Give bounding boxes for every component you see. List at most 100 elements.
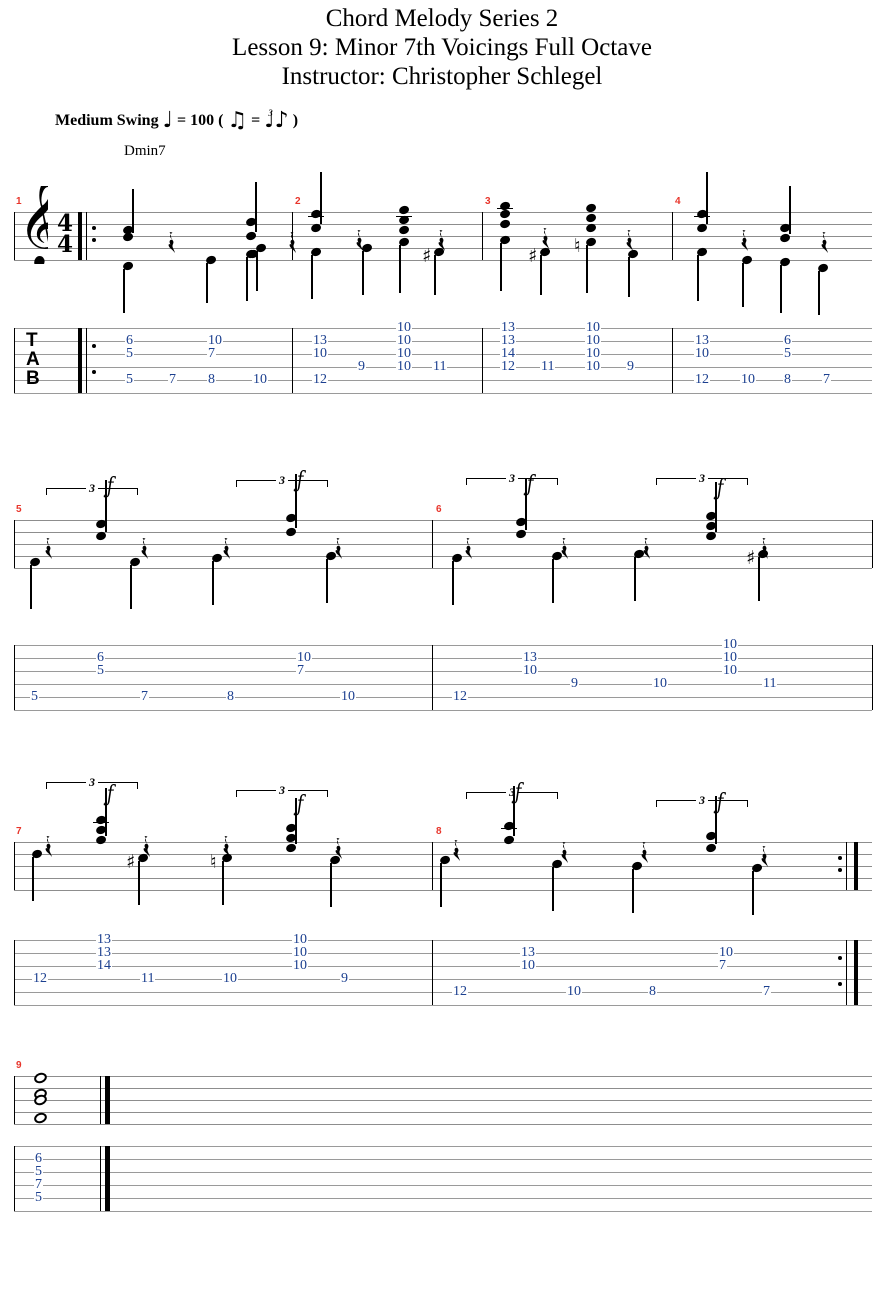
system-1-left-barline (14, 212, 15, 260)
note-stem (206, 263, 208, 303)
note-stem (434, 255, 436, 295)
tab-number: 7 (168, 372, 177, 387)
note-stem (311, 255, 313, 299)
tab-end-repeat-dot-upper (838, 956, 842, 960)
measure-number-9: 9 (16, 1060, 22, 1071)
staff-line (14, 1005, 872, 1006)
eighth-pair-icon: ♫ (227, 108, 248, 133)
tab-number: 7 (207, 346, 216, 361)
tab-number: 7 (140, 689, 149, 704)
tab-final-barline-thick (105, 1146, 110, 1211)
staff-line (14, 1211, 872, 1212)
system-4-left-barline (14, 1076, 15, 1124)
staff-line (14, 1185, 872, 1186)
tab-number: 12 (500, 359, 516, 374)
ledger-line (694, 216, 710, 218)
note-stem (552, 867, 554, 911)
staff-line (14, 224, 872, 225)
staff-line (14, 966, 872, 967)
tab-number: 8 (226, 689, 235, 704)
tab-number: 11 (432, 359, 448, 374)
swing-quarter-eighth-icon: ♩♪ (264, 108, 289, 133)
notation-staff-system-4 (14, 1076, 872, 1126)
tab-clef-icon: TAB (26, 330, 40, 389)
staff-line (14, 658, 872, 659)
staff-line (14, 328, 872, 329)
tab-number: 10 (222, 971, 238, 986)
system-2-tab-right-barline (872, 645, 873, 710)
tab-number: 5 (34, 1190, 43, 1205)
note-stem (758, 557, 760, 601)
triplet-bracket-m5-b3: 3 (236, 473, 328, 488)
final-barline-thick (105, 1076, 110, 1124)
measure-number-6: 6 (436, 504, 442, 515)
tab-number: 5 (125, 346, 134, 361)
tab-number: 7 (762, 984, 771, 999)
tab-barline-m2 (292, 328, 293, 393)
rest-m5-b3 (222, 537, 233, 561)
note-stem (138, 861, 140, 905)
triplet-number: 3 (506, 471, 518, 486)
staff-line (14, 1146, 872, 1147)
staff-line (14, 1159, 872, 1160)
time-signature: 44 (55, 212, 75, 258)
note-stem (780, 265, 782, 313)
system-3-tab-left-barline (14, 940, 15, 1005)
rest-m8-b1 (452, 839, 463, 863)
triplet-bracket-m6-b3: 3 (656, 471, 748, 486)
begin-repeat-dot-upper (92, 226, 96, 230)
barline-m3 (482, 212, 483, 260)
tab-number: 5 (783, 346, 792, 361)
tab-number: 10 (722, 663, 738, 678)
staff-line (14, 341, 872, 342)
staff-line (14, 393, 872, 394)
quarter-note-icon: ♩ (162, 108, 173, 133)
rest-m4-b4 (820, 231, 831, 255)
note-stem (540, 255, 542, 295)
tab-number: 9 (340, 971, 349, 986)
tab-number: 12 (32, 971, 48, 986)
tab-number: 10 (340, 689, 356, 704)
tab-number: 12 (452, 689, 468, 704)
rest-m1-b2 (167, 231, 178, 255)
note-stem (326, 559, 328, 603)
final-barline-thin (100, 1076, 101, 1124)
note-stem (586, 245, 588, 293)
tab-number: 5 (125, 372, 134, 387)
rest-m4-b2 (740, 229, 751, 253)
tab-number: 10 (740, 372, 756, 387)
note-stem (706, 172, 708, 224)
note-stem (30, 565, 32, 609)
note-stem (789, 186, 791, 234)
tab-number: 12 (694, 372, 710, 387)
note-stem (255, 182, 257, 232)
triplet-bracket-m7-b1: 3 (46, 775, 138, 790)
triplet-bracket-m7-b3: 3 (236, 783, 328, 798)
time-sig-denominator: 4 (56, 231, 73, 258)
note-stem (330, 863, 332, 907)
ledger-line (93, 822, 109, 824)
tab-number: 8 (207, 372, 216, 387)
note-stem (752, 871, 754, 915)
tab-begin-repeat-thick (78, 328, 82, 393)
tab-number: 10 (292, 958, 308, 973)
tab-number: 11 (140, 971, 156, 986)
triplet-bracket-m8-b1: 3 (466, 785, 558, 800)
end-repeat-dot-upper (838, 856, 842, 860)
triplet-number: 3 (696, 471, 708, 486)
tab-number: 10 (520, 958, 536, 973)
note-stem (123, 269, 125, 313)
staff-line (14, 568, 872, 569)
note-stem (32, 857, 34, 901)
note-stem (697, 255, 699, 301)
begin-repeat-dot-lower (92, 238, 96, 242)
swing-close-paren: ) (292, 112, 299, 129)
rest-m5-b2 (140, 537, 151, 561)
triplet-bracket-m8-b3: 3 (656, 793, 748, 808)
barline-m4 (672, 212, 673, 260)
tab-number: 10 (566, 984, 582, 999)
staff-line (14, 1112, 872, 1113)
treble-clef-icon: 𝄞 (18, 177, 63, 270)
measure-number-1: 1 (16, 196, 22, 207)
tab-end-repeat-thin (846, 940, 847, 1005)
